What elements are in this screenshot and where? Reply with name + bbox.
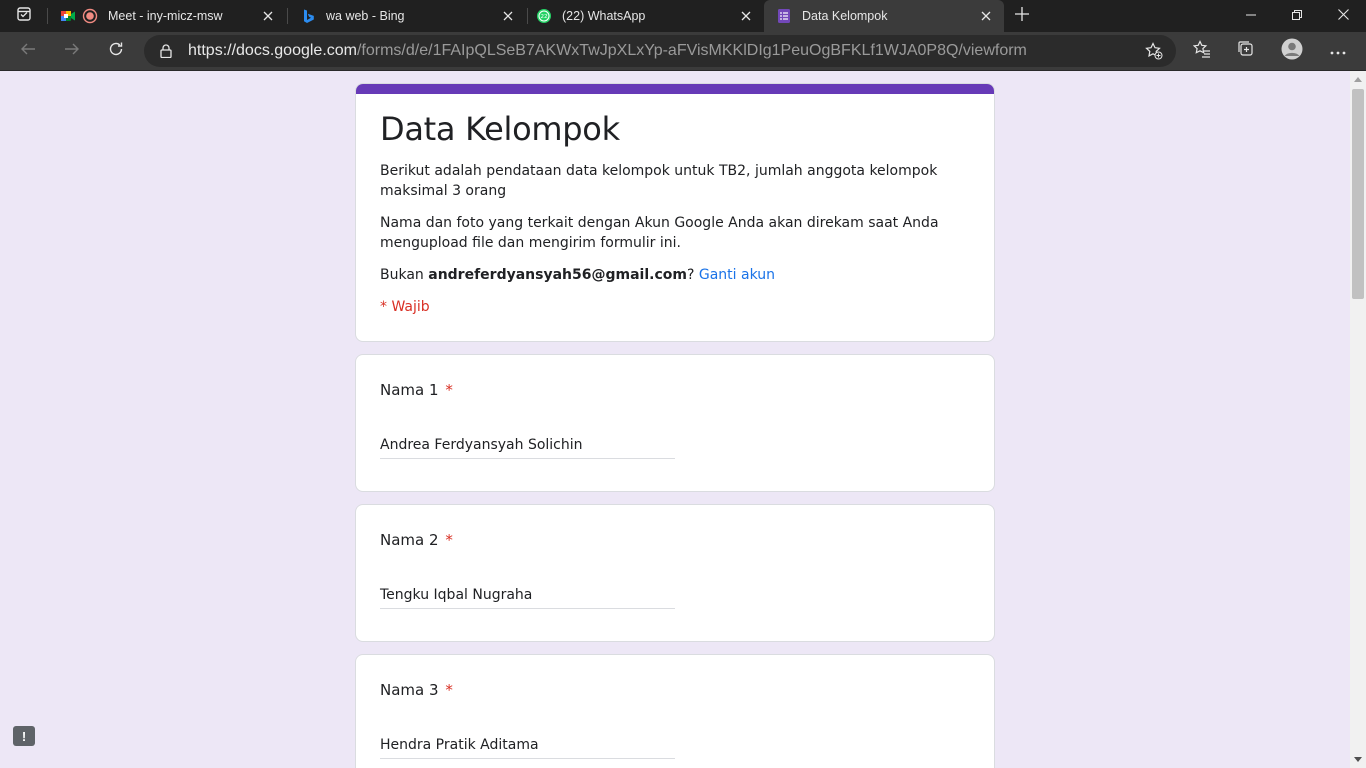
question-card: Nama 1 * Andrea Ferdyansyah Solichin: [355, 354, 995, 492]
feedback-icon: !: [21, 728, 27, 744]
lock-icon[interactable]: [158, 43, 174, 59]
question-title: Nama 2: [380, 531, 439, 549]
page-scrollbar[interactable]: [1350, 71, 1366, 768]
question-title: Nama 1: [380, 381, 439, 399]
tab-title: Meet - iny-micz-msw: [108, 9, 223, 23]
minimize-icon: [1246, 7, 1256, 25]
browser-toolbar: https://docs.google.com/forms/d/e/1FAIpQ…: [0, 32, 1366, 71]
tab-title: Data Kelompok: [802, 9, 888, 23]
recording-icon: [82, 8, 98, 24]
tab-actions-icon: [16, 6, 32, 27]
close-icon[interactable]: [978, 8, 994, 24]
bing-icon: [300, 8, 316, 24]
collections-icon: [1237, 40, 1255, 63]
form-header-card: Data Kelompok Berikut adalah pendataan d…: [355, 83, 995, 342]
account-suffix: ?: [686, 267, 699, 283]
tab-bing[interactable]: wa web - Bing: [288, 0, 526, 32]
feedback-button[interactable]: !: [13, 726, 35, 746]
question-label: Nama 2 *: [380, 531, 453, 549]
answer-input[interactable]: Hendra Pratik Aditama: [380, 737, 675, 759]
scroll-up-arrow-icon[interactable]: [1350, 71, 1366, 87]
refresh-button[interactable]: [100, 35, 132, 67]
question-label: Nama 3 *: [380, 681, 453, 699]
url-host: https://docs.google.com: [188, 42, 357, 59]
account-prefix: Bukan: [380, 267, 429, 283]
refresh-icon: [108, 41, 124, 62]
google-meet-icon: [60, 8, 76, 24]
required-asterisk: *: [445, 531, 453, 549]
google-forms-icon: [776, 8, 792, 24]
answer-input[interactable]: Andrea Ferdyansyah Solichin: [380, 437, 675, 459]
restore-button[interactable]: [1274, 0, 1320, 32]
close-icon: [1337, 7, 1349, 25]
close-icon[interactable]: [500, 8, 516, 24]
required-note: * Wajib: [380, 299, 430, 315]
required-asterisk: *: [445, 681, 453, 699]
close-icon[interactable]: [260, 8, 276, 24]
whatsapp-badge: 22: [541, 14, 548, 20]
collections-button[interactable]: [1230, 35, 1262, 67]
forward-button[interactable]: [56, 35, 88, 67]
tab-whatsapp[interactable]: 22 (22) WhatsApp: [524, 0, 764, 32]
accent-band: [356, 84, 994, 94]
close-window-button[interactable]: [1320, 0, 1366, 32]
question-title: Nama 3: [380, 681, 439, 699]
required-asterisk: *: [445, 381, 453, 399]
form-page: Data Kelompok Berikut adalah pendataan d…: [0, 71, 1350, 768]
tab-data-kelompok[interactable]: Data Kelompok: [764, 0, 1004, 32]
address-bar[interactable]: https://docs.google.com/forms/d/e/1FAIpQ…: [144, 35, 1176, 67]
add-favorite-icon[interactable]: [1144, 41, 1164, 61]
question-label: Nama 1 *: [380, 381, 453, 399]
form-description: Berikut adalah pendataan data kelompok u…: [380, 163, 938, 199]
settings-more-button[interactable]: [1322, 35, 1354, 67]
back-button[interactable]: [12, 35, 44, 67]
tab-actions-button[interactable]: [0, 0, 48, 32]
arrow-right-icon: [64, 41, 80, 62]
account-email: andreferdyansyah56@gmail.com: [428, 267, 687, 283]
restore-icon: [1292, 7, 1302, 25]
question-card: Nama 2 * Tengku Iqbal Nugraha: [355, 504, 995, 642]
minimize-button[interactable]: [1228, 0, 1274, 32]
answer-input[interactable]: Tengku Iqbal Nugraha: [380, 587, 675, 609]
plus-icon: [1015, 6, 1029, 26]
favorites-button[interactable]: [1186, 35, 1218, 67]
tab-title: wa web - Bing: [326, 9, 405, 23]
new-tab-button[interactable]: [1008, 0, 1036, 32]
scroll-down-arrow-icon[interactable]: [1350, 752, 1366, 768]
tab-title: (22) WhatsApp: [562, 9, 646, 23]
form-title: Data Kelompok: [380, 110, 620, 148]
switch-account-link[interactable]: Ganti akun: [699, 267, 775, 283]
tab-meet[interactable]: Meet - iny-micz-msw: [48, 0, 286, 32]
favorites-list-icon: [1192, 39, 1211, 63]
arrow-left-icon: [20, 41, 36, 62]
profile-button[interactable]: [1276, 35, 1308, 67]
more-horizontal-icon: [1330, 42, 1346, 60]
scrollbar-thumb[interactable]: [1352, 89, 1364, 299]
avatar: [1281, 38, 1303, 65]
whatsapp-icon: 22: [536, 8, 552, 24]
browser-tab-strip: Meet - iny-micz-msw wa web - Bing 22 (22…: [0, 0, 1366, 32]
question-card: Nama 3 * Hendra Pratik Aditama: [355, 654, 995, 768]
account-notice: Nama dan foto yang terkait dengan Akun G…: [380, 215, 939, 251]
url-text[interactable]: https://docs.google.com/forms/d/e/1FAIpQ…: [188, 42, 1144, 60]
account-line: Bukan andreferdyansyah56@gmail.com? Gant…: [380, 265, 976, 285]
url-path: /forms/d/e/1FAIpQLSeB7AKWxTwJpXLxYp-aFVi…: [356, 42, 1027, 59]
close-icon[interactable]: [738, 8, 754, 24]
